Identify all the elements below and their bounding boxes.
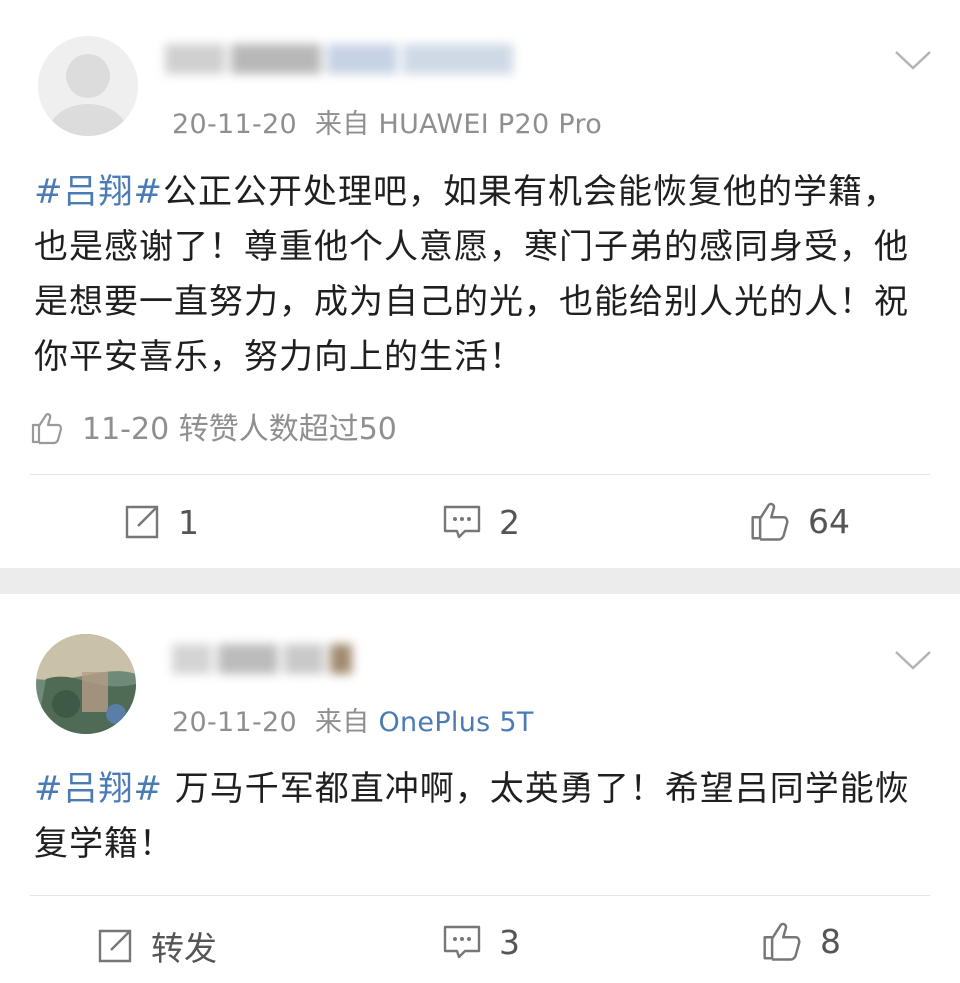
- like-summary: 11-20 转赞人数超过50: [30, 404, 397, 448]
- repost-count: 1: [178, 502, 199, 542]
- divider: [30, 474, 930, 475]
- comment-button[interactable]: 2: [441, 502, 520, 542]
- hashtag-link[interactable]: #吕翔#: [34, 172, 163, 212]
- chevron-down-icon[interactable]: [893, 46, 933, 74]
- thumbs-up-icon: [763, 922, 801, 961]
- avatar[interactable]: [38, 36, 138, 136]
- post-time: 20-11-20: [172, 707, 297, 738]
- like-summary-text: 11-20 转赞人数超过50: [82, 412, 397, 447]
- repost-label: 转发: [151, 929, 217, 968]
- like-button[interactable]: 64: [748, 500, 850, 542]
- device-source: HUAWEI P20 Pro: [378, 109, 603, 140]
- post-content: #吕翔#公正公开处理吧，如果有机会能恢复他的学籍，也是感谢了！尊重他个人意愿，寒…: [34, 165, 930, 385]
- post-time: 20-11-20: [172, 109, 297, 140]
- comment-icon: [443, 505, 481, 539]
- like-count: 64: [808, 501, 850, 541]
- like-count: 8: [820, 921, 841, 961]
- comment-button[interactable]: 3: [441, 922, 520, 962]
- share-icon: [98, 929, 132, 963]
- username-blurred[interactable]: [165, 44, 525, 78]
- divider: [30, 895, 930, 896]
- source-prefix: 来自: [314, 109, 370, 140]
- post-meta: 20-11-20 来自 OnePlus 5T: [172, 700, 534, 739]
- avatar[interactable]: [36, 634, 136, 734]
- thumbs-up-icon: [31, 413, 63, 445]
- comment-icon: [443, 925, 481, 959]
- share-icon: [125, 505, 159, 539]
- chevron-down-icon[interactable]: [893, 646, 933, 674]
- comment-count: 3: [499, 922, 520, 962]
- source-prefix: 来自: [314, 707, 370, 738]
- post-content: #吕翔# 万马千军都直冲啊，太英勇了！希望吕同学能恢复学籍！: [34, 762, 930, 872]
- username-blurred[interactable]: [172, 644, 362, 678]
- hashtag-link[interactable]: #吕翔#: [34, 769, 163, 809]
- post-text: 公正公开处理吧，如果有机会能恢复他的学籍，也是感谢了！尊重他个人意愿，寒门子弟的…: [34, 172, 909, 377]
- device-source-link[interactable]: OnePlus 5T: [378, 707, 533, 738]
- comment-card: 20-11-20 来自 HUAWEI P20 Pro #吕翔#公正公开处理吧，如果…: [0, 0, 960, 568]
- repost-button[interactable]: 1: [122, 502, 199, 542]
- comment-card: 20-11-20 来自 OnePlus 5T #吕翔# 万马千军都直冲啊，太英勇了…: [0, 594, 960, 983]
- post-text: 万马千军都直冲啊，太英勇了！希望吕同学能恢复学籍！: [34, 769, 910, 864]
- like-button[interactable]: 8: [760, 920, 841, 962]
- thumbs-up-icon: [751, 502, 789, 541]
- post-meta: 20-11-20 来自 HUAWEI P20 Pro: [172, 102, 602, 141]
- repost-button[interactable]: 转发: [95, 922, 217, 970]
- card-separator: [0, 568, 960, 594]
- comment-count: 2: [499, 502, 520, 542]
